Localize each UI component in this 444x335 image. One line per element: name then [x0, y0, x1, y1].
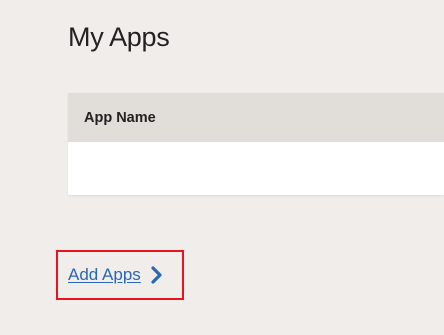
- table-header: App Name: [68, 93, 444, 142]
- column-header-app-name: App Name: [84, 109, 156, 126]
- apps-table: App Name: [68, 93, 444, 195]
- table-body-empty: [68, 142, 444, 195]
- page-title: My Apps: [68, 22, 170, 52]
- chevron-right-icon: [151, 266, 163, 284]
- add-apps-label[interactable]: Add Apps: [68, 265, 141, 285]
- add-apps-link[interactable]: Add Apps: [56, 250, 184, 300]
